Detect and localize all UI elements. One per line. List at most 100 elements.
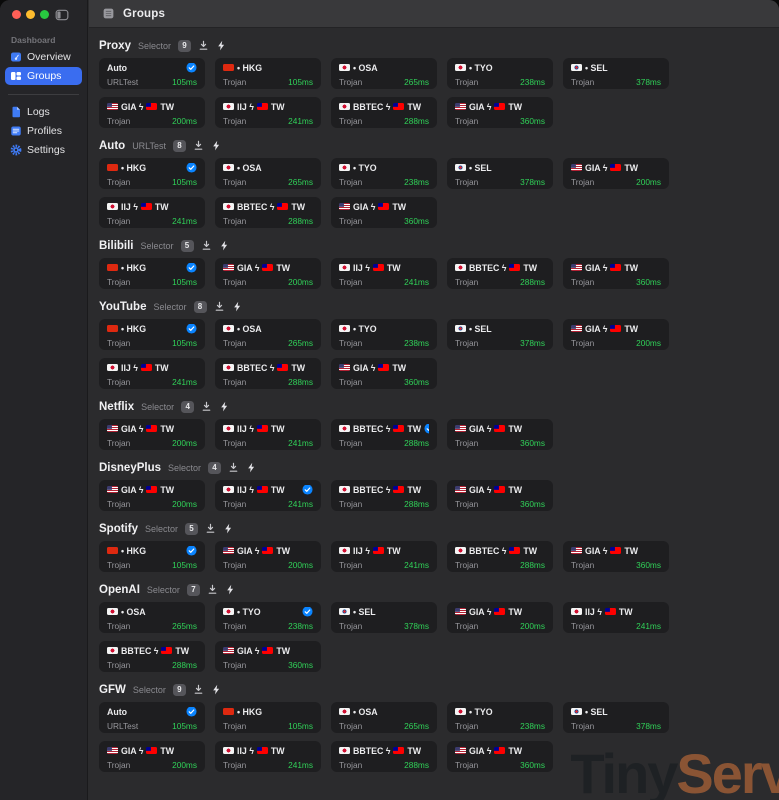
proxy-card[interactable]: GIA ϟ TWTrojan200ms <box>99 97 205 128</box>
download-button[interactable] <box>193 684 204 695</box>
flag-tw-icon <box>257 747 268 755</box>
proxy-card[interactable]: IIJ ϟ TWTrojan241ms <box>99 197 205 228</box>
proxy-card[interactable]: BBTEC ϟ TWTrojan288ms <box>215 358 321 389</box>
proxy-card[interactable]: • OSATrojan265ms <box>331 58 437 89</box>
proxy-meta: Trojan200ms <box>455 621 545 631</box>
proxy-card[interactable]: GIA ϟ TWTrojan360ms <box>331 197 437 228</box>
download-button[interactable] <box>193 140 204 151</box>
proxy-card[interactable]: GIA ϟ TWTrojan360ms <box>331 358 437 389</box>
proxy-card[interactable]: • HKGTrojan105ms <box>215 702 321 733</box>
minimize-button[interactable] <box>26 10 35 19</box>
sidebar-item-profiles[interactable]: Profiles <box>5 122 82 140</box>
proxy-card[interactable]: BBTEC ϟ TWTrojan288ms <box>447 258 553 289</box>
proxy-card[interactable]: BBTEC ϟ TWTrojan288ms <box>331 480 437 511</box>
proxy-card[interactable]: • OSATrojan265ms <box>331 702 437 733</box>
proxy-card[interactable]: IIJ ϟ TWTrojan241ms <box>215 97 321 128</box>
proxy-card[interactable]: GIA ϟ TWTrojan200ms <box>215 258 321 289</box>
latency-test-button[interactable] <box>232 301 243 312</box>
proxy-card[interactable]: IIJ ϟ TWTrojan241ms <box>331 541 437 572</box>
proxy-type: Trojan <box>107 438 130 448</box>
proxy-card[interactable]: • TYOTrojan238ms <box>331 158 437 189</box>
proxy-card[interactable]: IIJ ϟ TWTrojan241ms <box>99 358 205 389</box>
latency-test-button[interactable] <box>219 401 230 412</box>
proxy-card[interactable]: BBTEC ϟ TWTrojan288ms <box>331 97 437 128</box>
latency-test-button[interactable] <box>211 140 222 151</box>
proxy-card[interactable]: IIJ ϟ TWTrojan241ms <box>331 258 437 289</box>
proxy-card[interactable]: GIA ϟ TWTrojan200ms <box>447 602 553 633</box>
proxy-card[interactable]: • TYOTrojan238ms <box>447 702 553 733</box>
download-button[interactable] <box>198 40 209 51</box>
proxy-card[interactable]: IIJ ϟ TWTrojan241ms <box>563 602 669 633</box>
latency-test-button[interactable] <box>216 40 227 51</box>
proxy-card[interactable]: GIA ϟ TWTrojan200ms <box>99 419 205 450</box>
latency-test-button[interactable] <box>223 523 234 534</box>
proxy-card[interactable]: • SELTrojan378ms <box>563 58 669 89</box>
proxy-card[interactable]: GIA ϟ TWTrojan360ms <box>447 480 553 511</box>
proxy-card[interactable]: • OSATrojan265ms <box>215 158 321 189</box>
download-button[interactable] <box>214 301 225 312</box>
proxy-card[interactable]: GIA ϟ TWTrojan360ms <box>563 541 669 572</box>
download-button[interactable] <box>228 462 239 473</box>
proxy-card[interactable]: AutoURLTest105ms <box>99 58 205 89</box>
download-button[interactable] <box>207 584 218 595</box>
proxy-card[interactable]: BBTEC ϟ TWTrojan288ms <box>215 197 321 228</box>
proxy-card[interactable]: GIA ϟ TWTrojan200ms <box>99 741 205 772</box>
proxy-card[interactable]: GIA ϟ TWTrojan200ms <box>563 158 669 189</box>
download-button[interactable] <box>201 240 212 251</box>
card-grid: • HKGTrojan105ms • OSATrojan265ms • TYOTro… <box>99 158 779 228</box>
latency-test-button[interactable] <box>225 584 236 595</box>
proxy-name-text: IIJ ϟ <box>585 607 602 617</box>
proxy-card[interactable]: GIA ϟ TWTrojan360ms <box>563 258 669 289</box>
proxy-card[interactable]: IIJ ϟ TWTrojan241ms <box>215 741 321 772</box>
proxy-card[interactable]: IIJ ϟ TWTrojan241ms <box>215 480 321 511</box>
proxy-card[interactable]: • HKGTrojan105ms <box>99 158 205 189</box>
proxy-name: BBTEC ϟ TW <box>339 102 429 112</box>
proxy-card[interactable]: • OSATrojan265ms <box>99 602 205 633</box>
proxy-card[interactable]: • TYOTrojan238ms <box>447 58 553 89</box>
zoom-button[interactable] <box>40 10 49 19</box>
proxy-card[interactable]: BBTEC ϟ TWTrojan288ms <box>331 419 437 450</box>
proxy-card[interactable]: • TYOTrojan238ms <box>215 602 321 633</box>
sidebar-item-settings[interactable]: Settings <box>5 141 82 159</box>
proxy-card[interactable]: GIA ϟ TWTrojan200ms <box>563 319 669 350</box>
proxy-card[interactable]: IIJ ϟ TWTrojan241ms <box>215 419 321 450</box>
close-button[interactable] <box>12 10 21 19</box>
download-button[interactable] <box>205 523 216 534</box>
proxy-card[interactable]: GIA ϟ TWTrojan360ms <box>215 641 321 672</box>
proxy-card[interactable]: GIA ϟ TWTrojan200ms <box>215 541 321 572</box>
proxy-card[interactable]: AutoURLTest105ms <box>99 702 205 733</box>
proxy-name-text: • OSA <box>237 163 262 173</box>
proxy-card[interactable]: • TYOTrojan238ms <box>331 319 437 350</box>
proxy-card[interactable]: BBTEC ϟ TWTrojan288ms <box>99 641 205 672</box>
proxy-card[interactable]: GIA ϟ TWTrojan360ms <box>447 741 553 772</box>
proxy-card[interactable]: • SELTrojan378ms <box>563 702 669 733</box>
proxy-card[interactable]: • SELTrojan378ms <box>331 602 437 633</box>
proxy-card[interactable]: GIA ϟ TWTrojan200ms <box>99 480 205 511</box>
flag-jp-icon <box>455 547 466 555</box>
group-section: GFWSelector9AutoURLTest105ms• HKGTrojan1… <box>99 682 779 772</box>
proxy-card[interactable]: GIA ϟ TWTrojan360ms <box>447 419 553 450</box>
sidebar-item-logs[interactable]: Logs <box>5 103 82 121</box>
proxy-card[interactable]: • OSATrojan265ms <box>215 319 321 350</box>
proxy-card[interactable]: • HKGTrojan105ms <box>99 541 205 572</box>
proxy-card[interactable]: • HKGTrojan105ms <box>99 258 205 289</box>
latency-test-button[interactable] <box>219 240 230 251</box>
proxy-card[interactable]: • HKGTrojan105ms <box>215 58 321 89</box>
sidebar-toggle-icon[interactable] <box>55 8 69 22</box>
proxy-name-text: TW <box>624 263 638 273</box>
proxy-card[interactable]: BBTEC ϟ TWTrojan288ms <box>331 741 437 772</box>
proxy-card[interactable]: • SELTrojan378ms <box>447 319 553 350</box>
latency-test-button[interactable] <box>211 684 222 695</box>
proxy-name: IIJ ϟ TW <box>223 102 313 112</box>
proxy-card[interactable]: • HKGTrojan105ms <box>99 319 205 350</box>
sidebar-item-overview[interactable]: Overview <box>5 48 82 66</box>
proxy-card[interactable]: • SELTrojan378ms <box>447 158 553 189</box>
download-button[interactable] <box>201 401 212 412</box>
proxy-name-text: TW <box>624 324 638 334</box>
flag-tw-icon <box>277 203 288 211</box>
proxy-latency: 360ms <box>636 277 661 287</box>
sidebar-item-groups[interactable]: Groups <box>5 67 82 85</box>
latency-test-button[interactable] <box>246 462 257 473</box>
proxy-card[interactable]: GIA ϟ TWTrojan360ms <box>447 97 553 128</box>
proxy-card[interactable]: BBTEC ϟ TWTrojan288ms <box>447 541 553 572</box>
